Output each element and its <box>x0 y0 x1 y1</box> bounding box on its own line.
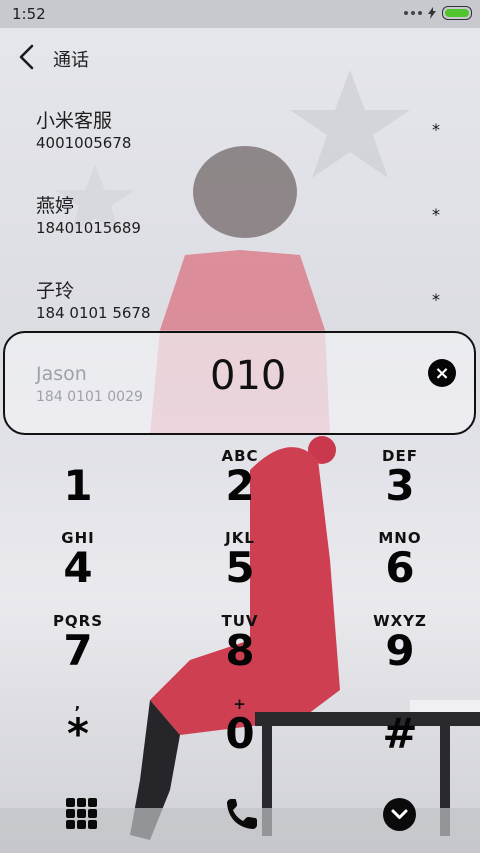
battery-icon <box>442 6 472 20</box>
contact-item[interactable]: 小米客服 4001005678 * <box>0 100 480 180</box>
contact-number: 184 0101 5678 <box>36 304 151 322</box>
grid-icon[interactable] <box>66 798 98 830</box>
key-digit: 9 <box>385 626 415 675</box>
key-digit: 6 <box>385 543 415 592</box>
dial-key-star[interactable]: , * <box>18 695 138 775</box>
back-arrow-icon[interactable] <box>14 42 40 72</box>
dial-input-bar: Jason 184 0101 0029 010 × <box>3 331 476 435</box>
dialer-screen: 1:52 通话 小米客服 4001005678 * 燕婷 18401015689… <box>0 0 480 853</box>
contact-number: 18401015689 <box>36 219 141 237</box>
dial-key-5[interactable]: JKL 5 <box>180 529 300 609</box>
dial-key-1[interactable]: 1 <box>18 447 138 527</box>
key-digit: 8 <box>225 626 255 675</box>
dialer-bottom-bar <box>0 790 480 845</box>
more-dots-icon <box>404 11 422 15</box>
key-digit: 0 <box>225 709 255 758</box>
dial-key-6[interactable]: MNO 6 <box>340 529 460 609</box>
contact-star-icon[interactable]: * <box>432 120 440 139</box>
key-digit: 4 <box>63 543 93 592</box>
status-icons <box>404 6 472 20</box>
phone-icon[interactable] <box>224 796 260 832</box>
status-bar: 1:52 <box>0 0 480 28</box>
suggestion-name[interactable]: Jason <box>36 363 87 385</box>
status-time: 1:52 <box>12 5 46 23</box>
dial-key-3[interactable]: DEF 3 <box>340 447 460 527</box>
dial-key-0[interactable]: + 0 <box>180 695 300 775</box>
key-digit: 1 <box>63 461 93 510</box>
key-digit: 5 <box>225 543 255 592</box>
key-digit: 2 <box>225 461 255 510</box>
clear-icon[interactable]: × <box>428 359 456 387</box>
contact-name: 燕婷 <box>36 195 75 217</box>
chevron-down-icon[interactable] <box>383 798 416 831</box>
page-title: 通话 <box>53 50 89 71</box>
key-digit: # <box>382 709 418 758</box>
dial-key-8[interactable]: TUV 8 <box>180 612 300 692</box>
dial-key-7[interactable]: PQRS 7 <box>18 612 138 692</box>
contact-star-icon[interactable]: * <box>432 290 440 309</box>
dial-key-hash[interactable]: # <box>340 695 460 775</box>
dial-key-4[interactable]: GHI 4 <box>18 529 138 609</box>
key-digit: 3 <box>385 461 415 510</box>
charging-bolt-icon <box>428 7 436 19</box>
dial-key-2[interactable]: ABC 2 <box>180 447 300 527</box>
contact-name: 子玲 <box>36 280 75 302</box>
contact-number: 4001005678 <box>36 134 132 152</box>
contact-star-icon[interactable]: * <box>432 205 440 224</box>
key-digit: 7 <box>63 626 93 675</box>
contact-name: 小米客服 <box>36 110 113 132</box>
contact-item[interactable]: 燕婷 18401015689 * <box>0 185 480 265</box>
key-digit: * <box>67 709 89 758</box>
header: 通话 <box>0 28 480 86</box>
dial-key-9[interactable]: WXYZ 9 <box>340 612 460 692</box>
suggestion-number[interactable]: 184 0101 0029 <box>36 389 143 405</box>
dial-input[interactable]: 010 <box>210 353 286 399</box>
